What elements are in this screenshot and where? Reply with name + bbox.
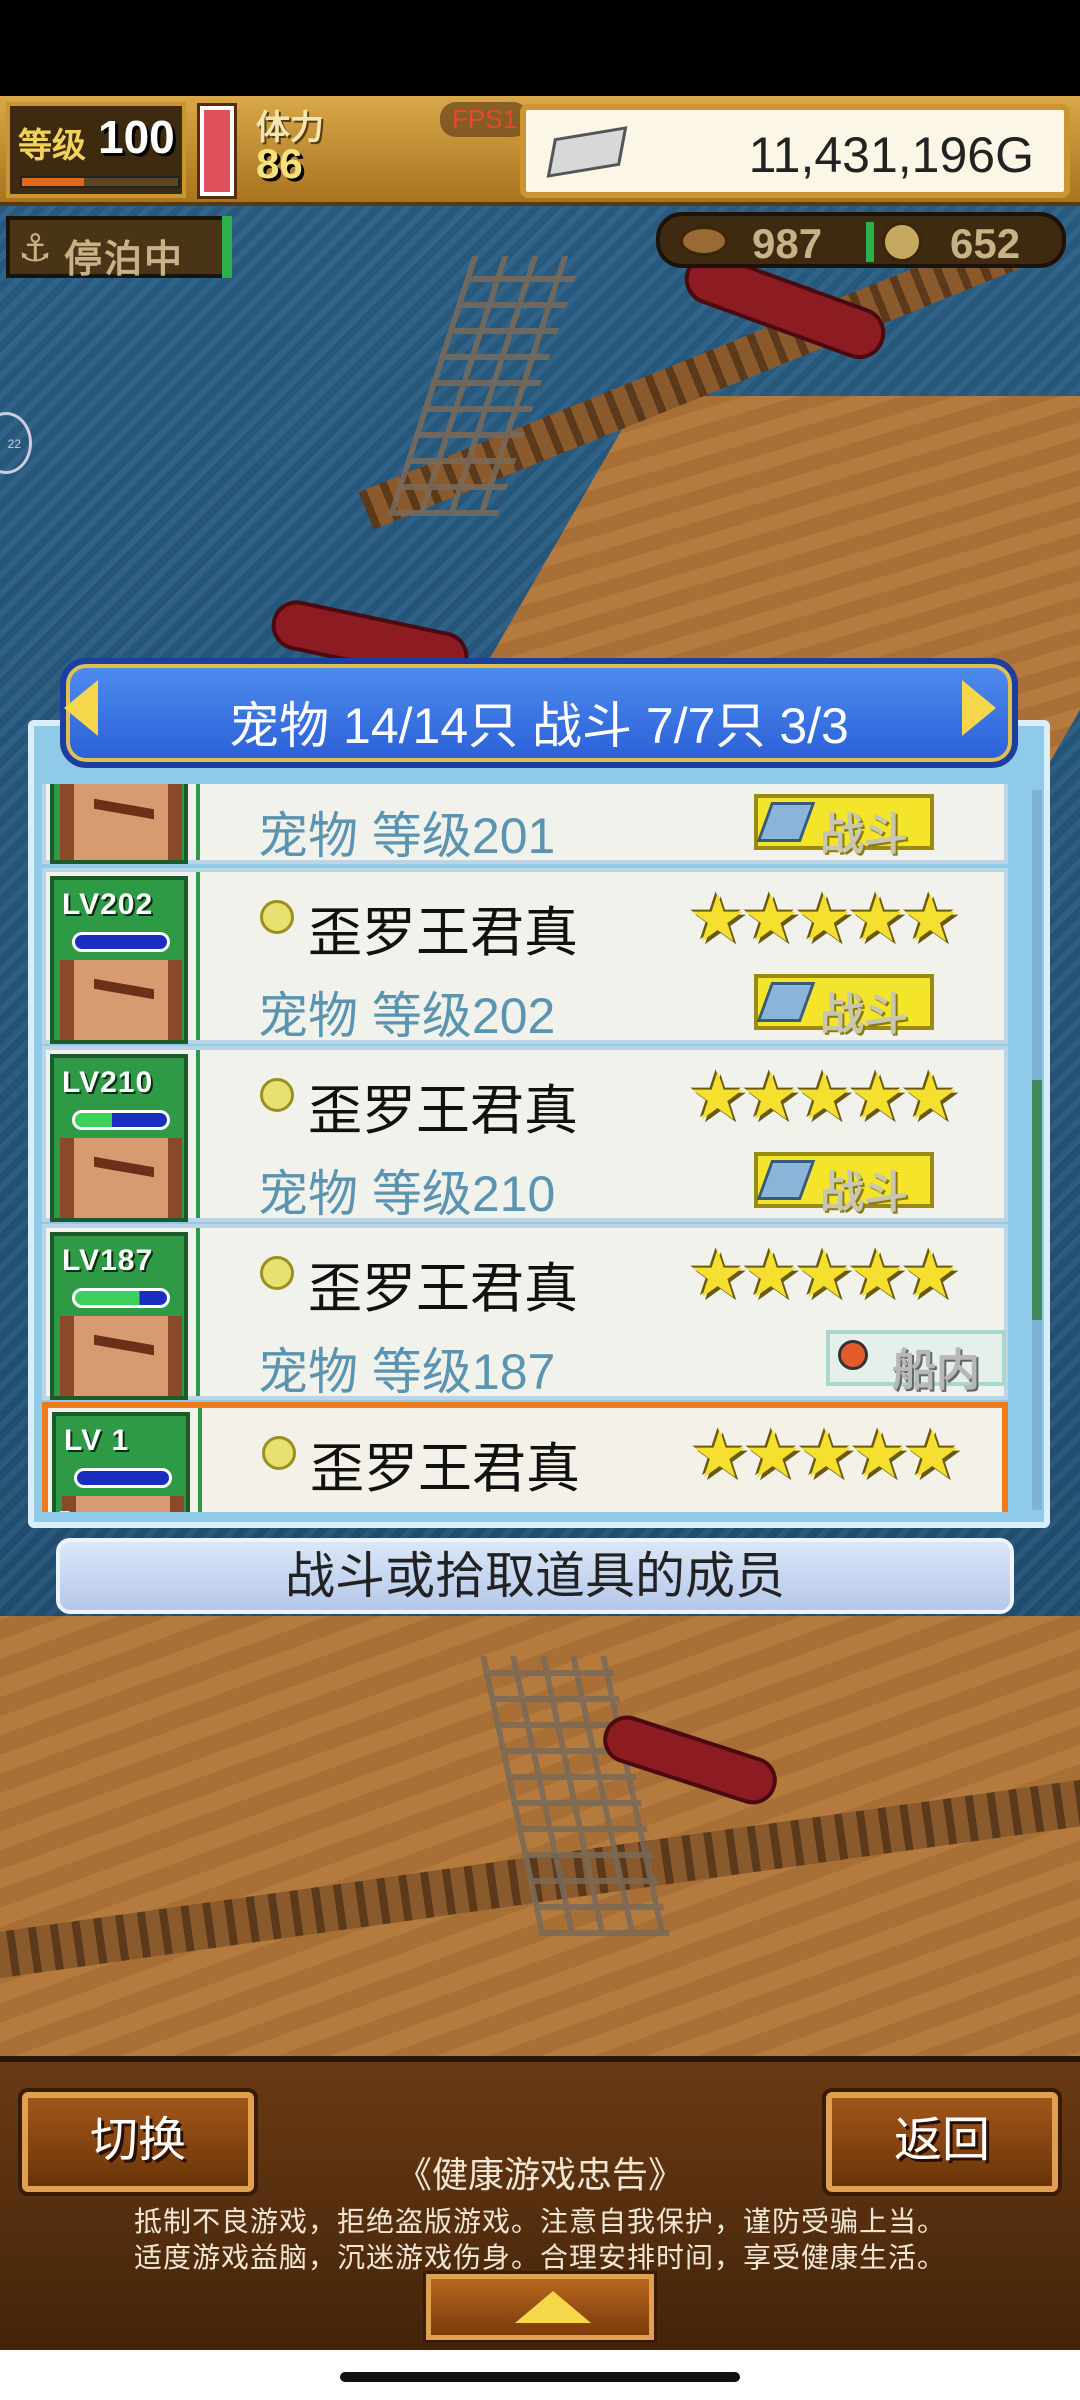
resource-divider [866, 222, 874, 262]
expand-button[interactable] [423, 2271, 657, 2343]
magnifier-icon [838, 1340, 868, 1370]
list-item[interactable]: 宠物 等级201 战斗 [42, 784, 1008, 864]
battle-badge[interactable]: 战斗 [754, 794, 934, 859]
gesture-nav-area [0, 2350, 1080, 2400]
list-item-selected[interactable]: LV 1 ☚ 歪罗王君真 ★★★★★ [42, 1402, 1008, 1512]
pet-portrait [50, 784, 188, 864]
pet-exp-bar [72, 1288, 170, 1308]
exp-bar [20, 176, 180, 188]
pet-exp-bar [74, 1468, 172, 1488]
sword-icon [756, 1160, 816, 1200]
badge-label: 战斗 [820, 1168, 908, 1217]
wood-log-icon [680, 226, 728, 256]
pet-face [60, 1316, 182, 1396]
pet-name: 歪罗王君真 [308, 1259, 578, 1319]
pet-portrait: LV210 [50, 1054, 188, 1222]
bottom-bar: 切换 返回 《健康游戏忠告》 抵制不良游戏，拒绝盗版游戏。注意自我保护，谨防受骗… [0, 2056, 1080, 2350]
star-rating: ★★★★★ [688, 1059, 960, 1133]
list-item[interactable]: LV210 歪罗王君真 ★★★★★ 宠物 等级210 战斗 [42, 1046, 1008, 1222]
star-rating: ★★★★★ [690, 1417, 962, 1491]
health-warning-line: 适度游戏益脑，沉迷游戏伤身。合理安排时间，享受健康生活。 [133, 2242, 946, 2273]
gem-icon [260, 1256, 294, 1290]
star-rating: ★★★★★ [688, 881, 960, 955]
gold-box[interactable]: 11,431,196G [520, 104, 1070, 198]
pet-face [60, 1138, 182, 1218]
stamina-gauge [197, 103, 237, 199]
badge-label: 船内 [892, 1346, 980, 1395]
fps-counter: FPS1 [440, 102, 530, 137]
sword-icon [756, 802, 816, 842]
status-bar [0, 0, 1080, 96]
panel-title: 宠物 14/14只 战斗 7/7只 3/3 [229, 698, 849, 754]
pointing-hand-icon: ☚ [42, 1498, 74, 1512]
pet-face [60, 960, 182, 1040]
pet-face [62, 1496, 184, 1512]
star-rating: ★★★★★ [688, 1237, 960, 1311]
wood-count: 987 [752, 220, 823, 267]
pet-name: 歪罗王君真 [308, 1081, 578, 1141]
pet-level-badge: LV187 [62, 1244, 154, 1277]
pet-portrait: LV202 [50, 876, 188, 1044]
health-warning-line: 抵制不良游戏，拒绝盗版游戏。注意自我保护，谨防受骗上当。 [133, 2206, 946, 2237]
gem-icon [260, 1078, 294, 1112]
pet-portrait: LV 1 [52, 1412, 190, 1512]
pet-name: 歪罗王君真 [310, 1439, 580, 1499]
pet-level-badge: LV210 [62, 1066, 154, 1099]
level-value: 100 [98, 111, 175, 163]
home-indicator[interactable] [340, 2372, 740, 2382]
up-arrow-icon [515, 2291, 591, 2323]
badge-label: 战斗 [820, 990, 908, 1039]
anchor-status-label: 停泊中 [64, 239, 185, 281]
list-item[interactable]: LV202 歪罗王君真 ★★★★★ 宠物 等级202 战斗 [42, 868, 1008, 1044]
gem-icon [262, 1436, 296, 1470]
sword-icon [756, 982, 816, 1022]
silver-bar-icon [546, 126, 628, 178]
pet-name: 歪罗王君真 [308, 903, 578, 963]
prev-page-arrow-icon[interactable] [64, 680, 98, 736]
gold-amount: 11,431,196G [748, 127, 1034, 183]
top-hud: 等级 100 体力 86 FPS1 11,431,196G [0, 96, 1080, 206]
coin-icon [882, 222, 922, 262]
hint-bar: 战斗或拾取道具的成员 [56, 1538, 1014, 1614]
battle-badge[interactable]: 战斗 [754, 1152, 934, 1217]
panel-title-bar: 宠物 14/14只 战斗 7/7只 3/3 [60, 658, 1018, 768]
list-item[interactable]: LV187 歪罗王君真 ★★★★★ 宠物 等级187 船内 [42, 1224, 1008, 1400]
pet-exp-bar [72, 1110, 170, 1130]
pet-list[interactable]: 宠物 等级201 战斗 LV202 歪罗王君真 ★★★★★ 宠物 等级202 战… [42, 784, 1008, 1512]
pet-portrait: LV187 [50, 1232, 188, 1400]
pet-level-badge: LV202 [62, 888, 154, 921]
anchor-status-indicator [222, 216, 232, 278]
level-label: 等级 [18, 127, 86, 165]
battle-badge[interactable]: 战斗 [754, 974, 934, 1039]
health-warning-title: 《健康游戏忠告》 [395, 2154, 684, 2195]
pet-info: 宠物 等级201 [258, 808, 556, 864]
level-box: 等级 100 [6, 102, 186, 198]
pet-level-badge: LV 1 [64, 1424, 130, 1457]
resource-counters: 987 652 [656, 212, 1066, 268]
anchor-status[interactable]: ⚓ 停泊中 [6, 216, 230, 281]
next-page-arrow-icon[interactable] [962, 680, 996, 736]
exp-bar-fill [22, 178, 85, 186]
pet-exp-bar [72, 932, 170, 952]
pet-info: 宠物 等级210 [258, 1166, 556, 1222]
gem-icon [260, 900, 294, 934]
ship-badge[interactable]: 船内 [826, 1330, 1006, 1395]
pet-info: 宠物 等级187 [258, 1344, 556, 1400]
scrollbar-thumb[interactable] [1032, 1080, 1042, 1320]
anchor-icon: ⚓ [18, 228, 53, 270]
pet-face [60, 784, 182, 860]
coin-count: 652 [950, 220, 1021, 267]
stamina-value: 86 [256, 140, 303, 187]
pet-info: 宠物 等级202 [258, 988, 556, 1044]
badge-label: 战斗 [820, 810, 908, 859]
